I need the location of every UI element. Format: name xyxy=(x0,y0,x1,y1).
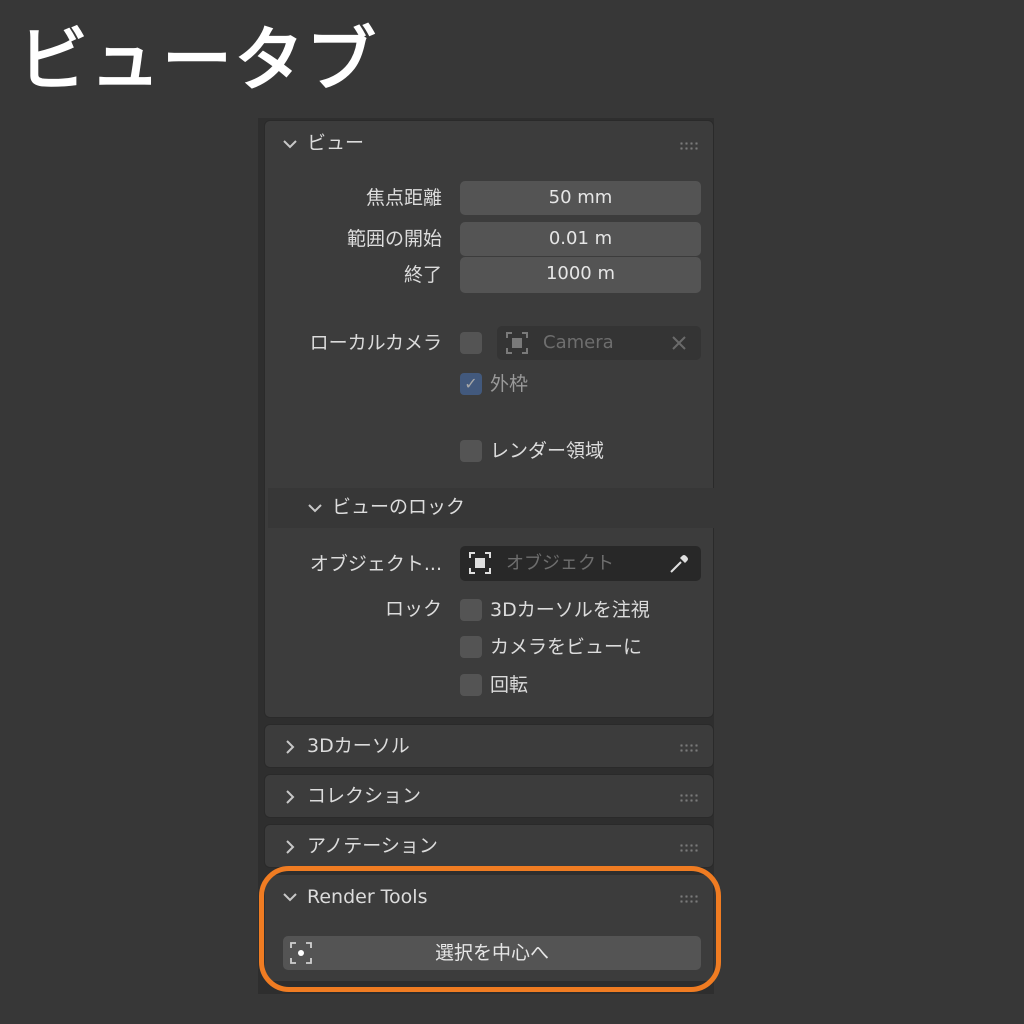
lock-camera-checkbox[interactable] xyxy=(460,636,482,658)
chevron-right-icon xyxy=(281,788,299,806)
clip-end-label: 終了 xyxy=(403,264,442,286)
focal-length-label: 焦点距離 xyxy=(365,187,442,209)
drag-grip-icon[interactable] xyxy=(679,793,699,803)
page-title: ビュータブ xyxy=(18,19,378,101)
panel-annotation-title: アノテーション xyxy=(307,835,438,857)
lock-cursor-label: 3Dカーソルを注視 xyxy=(490,599,650,621)
drag-grip-icon[interactable] xyxy=(679,141,699,151)
camera-icon xyxy=(505,331,529,359)
chevron-right-icon xyxy=(281,738,299,756)
render-region-label: レンダー領域 xyxy=(490,440,605,462)
view-panel-title: ビュー xyxy=(307,132,365,154)
checkmark-icon: ✓ xyxy=(464,374,478,393)
view-lock-header[interactable]: ビューのロック xyxy=(268,488,714,528)
highlight-ring xyxy=(259,866,721,992)
lock-object-field[interactable]: オブジェクト xyxy=(460,546,701,581)
local-camera-field[interactable]: Camera xyxy=(497,326,701,360)
panel-3d-cursor-title: 3Dカーソル xyxy=(307,735,410,757)
lock-rotation-checkbox[interactable] xyxy=(460,674,482,696)
eyedropper-icon[interactable] xyxy=(667,552,691,580)
clip-end-field[interactable]: 1000 m xyxy=(460,257,701,293)
panel-annotation[interactable]: アノテーション xyxy=(264,824,714,868)
local-camera-checkbox[interactable] xyxy=(460,332,482,354)
outline-checkbox[interactable]: ✓ xyxy=(460,373,482,395)
clear-x-icon[interactable] xyxy=(670,334,688,356)
clip-start-field[interactable]: 0.01 m xyxy=(460,222,701,256)
render-region-checkbox[interactable] xyxy=(460,440,482,462)
local-camera-label: ローカルカメラ xyxy=(309,332,442,354)
object-icon xyxy=(468,551,492,579)
focal-length-field[interactable]: 50 mm xyxy=(460,181,701,215)
drag-grip-icon[interactable] xyxy=(679,843,699,853)
local-camera-value: Camera xyxy=(543,332,614,353)
lock-rotation-label: 回転 xyxy=(490,674,529,696)
lock-cursor-checkbox[interactable] xyxy=(460,599,482,621)
lock-object-placeholder: オブジェクト xyxy=(506,553,614,574)
lock-object-label: オブジェクト... xyxy=(309,553,442,575)
view-lock-title: ビューのロック xyxy=(332,496,466,518)
chevron-down-icon xyxy=(306,499,324,517)
drag-grip-icon[interactable] xyxy=(679,743,699,753)
lock-camera-label: カメラをビューに xyxy=(490,636,643,658)
chevron-down-icon xyxy=(281,135,299,153)
outline-label: 外枠 xyxy=(490,373,529,395)
panel-collection[interactable]: コレクション xyxy=(264,774,714,818)
lock-label: ロック xyxy=(384,598,442,620)
panel-3d-cursor[interactable]: 3Dカーソル xyxy=(264,724,714,768)
panel-collection-title: コレクション xyxy=(307,785,422,807)
view-panel-header[interactable]: ビュー xyxy=(265,121,713,165)
chevron-right-icon xyxy=(281,838,299,856)
clip-start-label: 範囲の開始 xyxy=(346,228,442,250)
